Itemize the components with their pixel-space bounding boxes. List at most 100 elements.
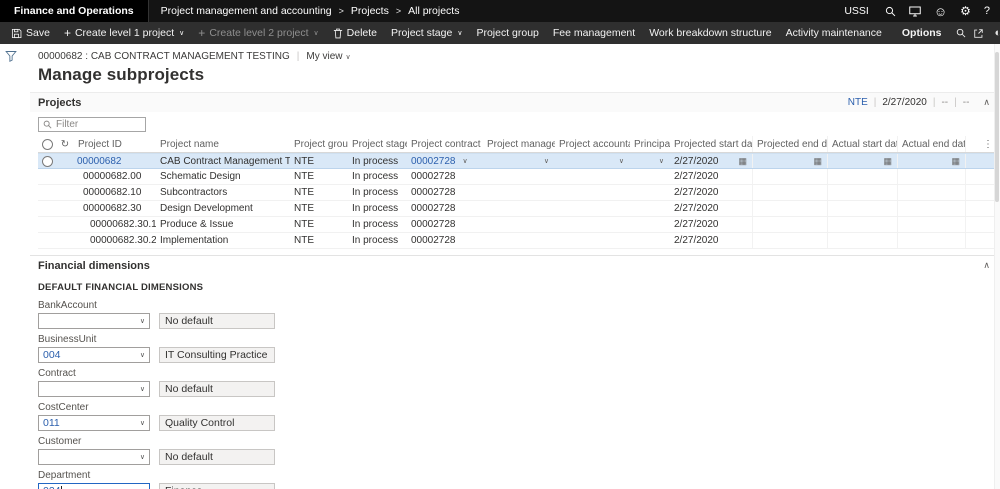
- project-stage-cell[interactable]: In process: [348, 233, 407, 248]
- project-stage-cell[interactable]: In process: [348, 169, 407, 184]
- project-name-cell[interactable]: Schematic Design: [156, 169, 290, 184]
- fee-management-button[interactable]: Fee management: [546, 22, 642, 44]
- column-header-project-id[interactable]: Project ID: [74, 136, 156, 152]
- actual-end-date-cell[interactable]: [898, 233, 966, 248]
- help-icon[interactable]: ?: [984, 5, 990, 17]
- project-name-cell[interactable]: Implementation: [156, 233, 290, 248]
- project-accountant-cell[interactable]: [555, 233, 630, 248]
- monitor-icon[interactable]: [909, 6, 921, 17]
- create-level-1-project-button[interactable]: + Create level 1 project ∨: [57, 22, 191, 44]
- chevron-up-icon[interactable]: ∧: [983, 97, 990, 108]
- chevron-down-icon[interactable]: ∨: [463, 157, 468, 165]
- department-combobox[interactable]: 024 ∨: [38, 483, 150, 489]
- gear-icon[interactable]: ⚙: [960, 5, 971, 17]
- chevron-down-icon[interactable]: ∨: [140, 385, 145, 393]
- projected-start-date-cell[interactable]: 2/27/2020: [670, 169, 753, 184]
- projected-end-date-cell[interactable]: [753, 201, 828, 216]
- app-title[interactable]: Finance and Operations: [0, 0, 149, 22]
- project-group-cell[interactable]: NTE: [290, 185, 348, 200]
- chevron-down-icon[interactable]: ∨: [140, 419, 145, 427]
- save-button[interactable]: Save: [4, 22, 57, 44]
- smiley-icon[interactable]: ☺: [934, 5, 947, 18]
- delete-button[interactable]: Delete: [326, 22, 384, 44]
- projected-end-date-cell[interactable]: [753, 217, 828, 232]
- project-contract-cell[interactable]: 00002728: [407, 201, 483, 216]
- project-accountant-cell[interactable]: [555, 217, 630, 232]
- actual-end-date-cell[interactable]: [898, 217, 966, 232]
- project-id-cell[interactable]: 00000682.30: [74, 201, 156, 216]
- table-row[interactable]: 00000682.30.200 Implementation NTE In pr…: [38, 233, 1000, 249]
- project-id-cell[interactable]: 00000682.30.200: [74, 233, 156, 248]
- column-header-actual-end-date[interactable]: Actual end date: [898, 136, 966, 152]
- row-checkbox-cell[interactable]: [38, 201, 56, 216]
- project-manager-cell[interactable]: [483, 185, 555, 200]
- table-row[interactable]: 00000682.30.100 Produce & Issue NTE In p…: [38, 217, 1000, 233]
- projected-end-date-cell[interactable]: [753, 233, 828, 248]
- project-contract-cell[interactable]: 00002728 ∨: [407, 154, 483, 168]
- projected-end-date-cell[interactable]: ▦: [753, 154, 828, 168]
- projected-start-date-cell[interactable]: 2/27/2020 ▦: [670, 154, 753, 168]
- principal-cell[interactable]: [630, 201, 670, 216]
- find-icon[interactable]: [949, 22, 973, 44]
- filter-funnel-icon[interactable]: [5, 50, 17, 62]
- column-header-project-manager[interactable]: Project manager: [483, 136, 555, 152]
- project-group-cell[interactable]: NTE: [290, 217, 348, 232]
- refresh-icon[interactable]: ↻: [56, 136, 74, 152]
- breadcrumb-module[interactable]: Project management and accounting: [161, 5, 332, 17]
- project-accountant-cell[interactable]: ∨: [555, 154, 630, 168]
- projects-section-header[interactable]: Projects NTE | 2/27/2020 | -- | -- ∧: [30, 92, 1000, 112]
- projected-start-date-cell[interactable]: 2/27/2020: [670, 233, 753, 248]
- project-group-cell[interactable]: NTE: [290, 201, 348, 216]
- calendar-icon[interactable]: ▦: [813, 156, 822, 167]
- project-accountant-cell[interactable]: [555, 169, 630, 184]
- actual-start-date-cell[interactable]: [828, 217, 898, 232]
- actual-start-date-cell[interactable]: [828, 185, 898, 200]
- project-name-cell[interactable]: Subcontractors: [156, 185, 290, 200]
- chevron-down-icon[interactable]: ∨: [140, 453, 145, 461]
- costcenter-combobox[interactable]: 011 ∨: [38, 415, 150, 431]
- project-manager-cell[interactable]: [483, 233, 555, 248]
- grid-filter-box[interactable]: [38, 117, 146, 132]
- projected-start-date-cell[interactable]: 2/27/2020: [670, 217, 753, 232]
- open-in-new-window-icon[interactable]: [973, 28, 984, 39]
- table-row[interactable]: 00000682.30 Design Development NTE In pr…: [38, 201, 1000, 217]
- project-contract-cell[interactable]: 00002728: [407, 233, 483, 248]
- chevron-down-icon[interactable]: ∨: [544, 157, 549, 165]
- vertical-scrollbar[interactable]: [994, 44, 1000, 489]
- principal-cell[interactable]: ∨: [630, 154, 670, 168]
- project-group-cell[interactable]: NTE: [290, 169, 348, 184]
- project-group-cell[interactable]: NTE: [290, 154, 348, 168]
- table-row[interactable]: 00000682.10 Subcontractors NTE In proces…: [38, 185, 1000, 201]
- column-header-project-accountant[interactable]: Project accountant: [555, 136, 630, 152]
- calendar-icon[interactable]: ▦: [951, 156, 960, 167]
- actual-start-date-cell[interactable]: [828, 169, 898, 184]
- chevron-down-icon[interactable]: ∨: [140, 317, 145, 325]
- project-name-cell[interactable]: CAB Contract Management Testing: [156, 154, 290, 168]
- project-contract-cell[interactable]: 00002728: [407, 217, 483, 232]
- project-contract-cell[interactable]: 00002728: [407, 169, 483, 184]
- column-header-actual-start-date[interactable]: Actual start date: [828, 136, 898, 152]
- search-icon[interactable]: [885, 6, 896, 17]
- select-all-checkbox[interactable]: [38, 136, 56, 152]
- chevron-down-icon[interactable]: ∨: [140, 351, 145, 359]
- principal-cell[interactable]: [630, 233, 670, 248]
- customer-combobox[interactable]: ∨: [38, 449, 150, 465]
- contrast-icon[interactable]: ◐: [995, 27, 1000, 39]
- column-header-principal[interactable]: Principal: [630, 136, 670, 152]
- row-checkbox-cell[interactable]: [38, 169, 56, 184]
- scrollbar-thumb[interactable]: [995, 52, 999, 202]
- company-label[interactable]: USSI: [844, 5, 869, 17]
- filter-input[interactable]: [56, 119, 136, 130]
- breadcrumb-area[interactable]: Projects: [351, 5, 389, 17]
- projected-start-date-cell[interactable]: 2/27/2020: [670, 201, 753, 216]
- bankaccount-combobox[interactable]: ∨: [38, 313, 150, 329]
- project-id-cell[interactable]: 00000682.10: [74, 185, 156, 200]
- project-stage-cell[interactable]: In process: [348, 185, 407, 200]
- row-checkbox-cell[interactable]: [38, 185, 56, 200]
- contract-link[interactable]: 00002728: [411, 156, 456, 167]
- project-contract-cell[interactable]: 00002728: [407, 185, 483, 200]
- column-header-project-contract-id[interactable]: Project contract ID: [407, 136, 483, 152]
- project-stage-menu[interactable]: Project stage ∨: [384, 22, 469, 44]
- project-id-cell[interactable]: 00000682: [74, 154, 156, 168]
- chevron-up-icon[interactable]: ∧: [983, 260, 990, 271]
